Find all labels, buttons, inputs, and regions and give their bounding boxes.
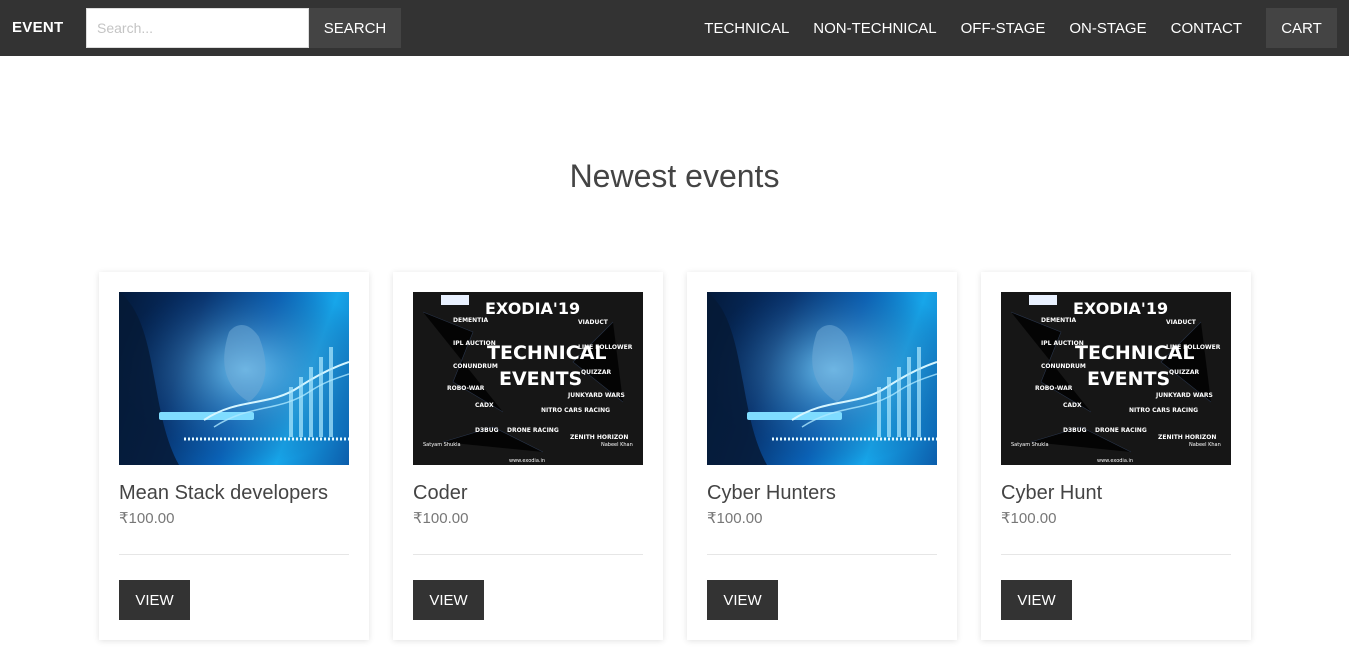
event-price: ₹100.00 bbox=[1001, 510, 1057, 527]
event-price: ₹100.00 bbox=[119, 510, 175, 527]
svg-text:D3BUG: D3BUG bbox=[1063, 427, 1087, 434]
svg-text:VIADUCT: VIADUCT bbox=[578, 319, 609, 326]
nav-link-off-stage[interactable]: OFF-STAGE bbox=[961, 20, 1046, 37]
event-title[interactable]: Cyber Hunters bbox=[707, 482, 836, 505]
event-price: ₹100.00 bbox=[413, 510, 469, 527]
svg-text:LINE FOLLOWER: LINE FOLLOWER bbox=[578, 344, 633, 351]
svg-text:Nabeel Khan: Nabeel Khan bbox=[601, 442, 633, 448]
svg-text:www.exodia.in: www.exodia.in bbox=[1097, 458, 1133, 464]
svg-text:JUNKYARD WARS: JUNKYARD WARS bbox=[567, 392, 625, 399]
svg-text:CONUNDRUM: CONUNDRUM bbox=[1041, 363, 1086, 370]
view-button[interactable]: VIEW bbox=[1001, 580, 1072, 620]
card-divider bbox=[413, 554, 643, 555]
search-input[interactable] bbox=[86, 8, 309, 48]
svg-text:EXODIA'19: EXODIA'19 bbox=[485, 299, 580, 318]
event-card: Mean Stack developers ₹100.00 VIEW bbox=[99, 272, 369, 640]
section-title: Newest events bbox=[569, 158, 780, 194]
svg-text:QUIZZAR: QUIZZAR bbox=[1169, 369, 1200, 376]
svg-text:NITRO CARS RACING: NITRO CARS RACING bbox=[1129, 407, 1198, 414]
event-image-cyber[interactable] bbox=[119, 292, 349, 465]
svg-text:CADX: CADX bbox=[1063, 402, 1082, 409]
card-divider bbox=[1001, 554, 1231, 555]
event-title[interactable]: Mean Stack developers bbox=[119, 482, 328, 505]
nav-link-non-technical[interactable]: NON-TECHNICAL bbox=[813, 20, 936, 37]
svg-text:D3BUG: D3BUG bbox=[475, 427, 499, 434]
event-image-cyber[interactable] bbox=[707, 292, 937, 465]
svg-text:EXODIA'19: EXODIA'19 bbox=[1073, 299, 1168, 318]
nav-link-on-stage[interactable]: ON-STAGE bbox=[1069, 20, 1146, 37]
view-button[interactable]: VIEW bbox=[119, 580, 190, 620]
cart-button[interactable]: CART bbox=[1266, 8, 1337, 48]
svg-text:www.exodia.in: www.exodia.in bbox=[509, 458, 545, 464]
event-title[interactable]: Cyber Hunt bbox=[1001, 482, 1102, 505]
svg-text:CADX: CADX bbox=[475, 402, 494, 409]
card-divider bbox=[119, 554, 349, 555]
event-image-poster[interactable]: EXODIA'19 TECHNICAL EVENTS DEMENTIA IPL … bbox=[413, 292, 643, 465]
event-card: EXODIA'19 TECHNICAL EVENTS DEMENTIA IPL … bbox=[393, 272, 663, 640]
exodia-poster: EXODIA'19 TECHNICAL EVENTS DEMENTIA IPL … bbox=[413, 292, 643, 465]
svg-text:JUNKYARD WARS: JUNKYARD WARS bbox=[1155, 392, 1213, 399]
svg-text:ROBO-WAR: ROBO-WAR bbox=[1035, 385, 1073, 392]
svg-text:CONUNDRUM: CONUNDRUM bbox=[453, 363, 498, 370]
svg-text:QUIZZAR: QUIZZAR bbox=[581, 369, 612, 376]
svg-text:DEMENTIA: DEMENTIA bbox=[1041, 317, 1076, 324]
svg-text:EVENTS: EVENTS bbox=[499, 368, 582, 390]
svg-text:Satyam Shukla: Satyam Shukla bbox=[1011, 442, 1049, 448]
top-navbar: EVENT SEARCH TECHNICAL NON-TECHNICAL OFF… bbox=[0, 0, 1349, 56]
event-card: Cyber Hunters ₹100.00 VIEW bbox=[687, 272, 957, 640]
brand-logo[interactable]: EVENT bbox=[12, 19, 64, 36]
svg-text:DRONE RACING: DRONE RACING bbox=[1095, 427, 1147, 434]
exodia-poster: EXODIA'19 TECHNICAL EVENTS DEMENTIA IPL … bbox=[1001, 292, 1231, 465]
view-button[interactable]: VIEW bbox=[707, 580, 778, 620]
svg-text:ROBO-WAR: ROBO-WAR bbox=[447, 385, 485, 392]
svg-text:EVENTS: EVENTS bbox=[1087, 368, 1170, 390]
nav-links: TECHNICAL NON-TECHNICAL OFF-STAGE ON-STA… bbox=[704, 0, 1349, 56]
svg-text:IPL AUCTION: IPL AUCTION bbox=[453, 340, 496, 347]
svg-text:ZENITH HORIZON: ZENITH HORIZON bbox=[570, 434, 628, 441]
svg-text:IPL AUCTION: IPL AUCTION bbox=[1041, 340, 1084, 347]
svg-text:ZENITH HORIZON: ZENITH HORIZON bbox=[1158, 434, 1216, 441]
event-image-poster[interactable]: EXODIA'19 TECHNICAL EVENTS DEMENTIA IPL … bbox=[1001, 292, 1231, 465]
nav-link-contact[interactable]: CONTACT bbox=[1171, 20, 1242, 37]
svg-text:LINE FOLLOWER: LINE FOLLOWER bbox=[1166, 344, 1221, 351]
cyber-tech-illustration bbox=[707, 292, 937, 465]
search-button[interactable]: SEARCH bbox=[309, 8, 401, 48]
event-title[interactable]: Coder bbox=[413, 482, 467, 505]
view-button[interactable]: VIEW bbox=[413, 580, 484, 620]
svg-text:DEMENTIA: DEMENTIA bbox=[453, 317, 488, 324]
nav-link-technical[interactable]: TECHNICAL bbox=[704, 20, 789, 37]
svg-text:VIADUCT: VIADUCT bbox=[1166, 319, 1197, 326]
svg-text:Nabeel Khan: Nabeel Khan bbox=[1189, 442, 1221, 448]
svg-text:NITRO CARS RACING: NITRO CARS RACING bbox=[541, 407, 610, 414]
event-card: EXODIA'19 TECHNICAL EVENTS DEMENTIA IPL … bbox=[981, 272, 1251, 640]
svg-text:DRONE RACING: DRONE RACING bbox=[507, 427, 559, 434]
svg-text:Satyam Shukla: Satyam Shukla bbox=[423, 442, 461, 448]
card-divider bbox=[707, 554, 937, 555]
cyber-tech-illustration bbox=[119, 292, 349, 465]
event-price: ₹100.00 bbox=[707, 510, 763, 527]
